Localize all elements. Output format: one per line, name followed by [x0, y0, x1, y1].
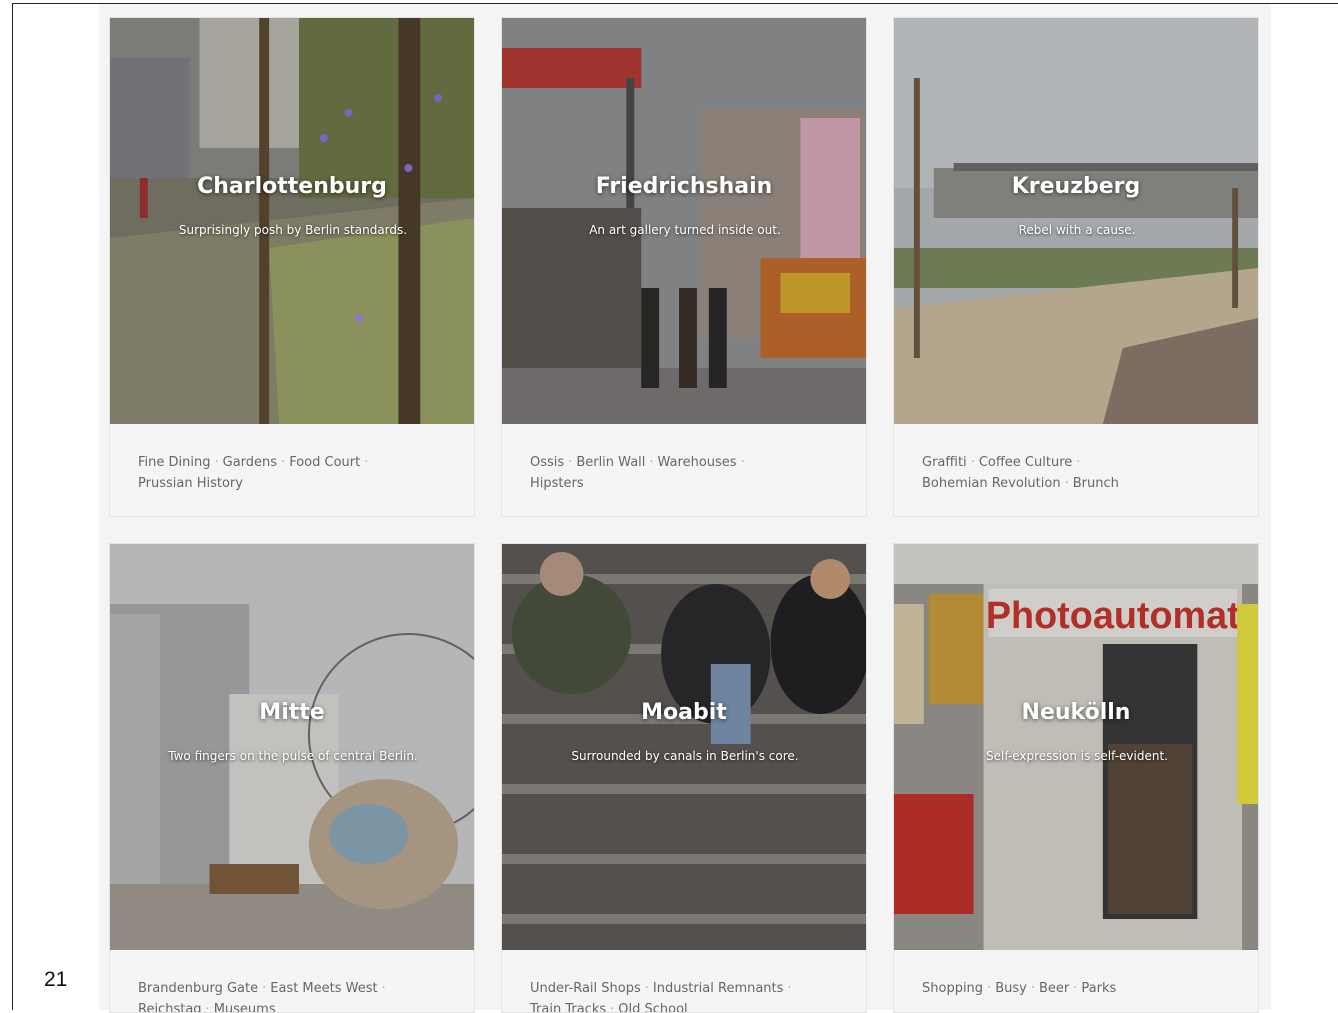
- tag: East Meets West: [270, 981, 378, 996]
- neighborhood-tagline: Rebel with a cause.: [1018, 223, 1136, 237]
- neighborhood-card-friedrichshain[interactable]: Friedrichshain An art gallery turned ins…: [501, 17, 867, 517]
- photo-overlay: [894, 18, 1258, 424]
- tag: Food Court: [289, 455, 361, 470]
- photo-overlay: [894, 544, 1258, 950]
- neighborhood-tags: Under-Rail Shops · Industrial Remnants · Tra…: [530, 978, 830, 1013]
- tag: Under-Rail Shops: [530, 981, 641, 996]
- photo-overlay: [110, 18, 474, 424]
- neighborhood-name: Kreuzberg: [1011, 174, 1141, 199]
- tag: Museums: [213, 1002, 276, 1013]
- tag: Bohemian Revolution: [922, 476, 1061, 491]
- tag: Parks: [1081, 981, 1117, 996]
- tag: Shopping: [922, 981, 984, 996]
- neighborhood-tags: Brandenburg Gate · East Meets West · Reichst…: [138, 978, 438, 1013]
- neighborhood-name: Mitte: [259, 700, 325, 725]
- photo-overlay: [502, 18, 866, 424]
- neighborhood-tags: Fine Dining · Gardens · Food Court · Prussian …: [138, 455, 369, 491]
- neighborhood-card-kreuzberg[interactable]: Kreuzberg Rebel with a cause. Graffiti · C…: [893, 17, 1259, 517]
- neighborhood-card-mitte[interactable]: Mitte Two fingers on the pulse of centra…: [109, 543, 475, 1013]
- neighborhood-tags: Graffiti · Coffee Culture · Bohemian Revolut…: [922, 455, 1119, 491]
- neighborhood-tagline: Surrounded by canals in Berlin's core.: [571, 749, 799, 763]
- tag: Warehouses: [657, 455, 737, 470]
- photo-overlay: [502, 544, 866, 950]
- tag: Coffee Culture: [978, 455, 1073, 470]
- neighborhood-name: Friedrichshain: [595, 174, 773, 199]
- neighborhood-tags: Ossis · Berlin Wall · Warehouses · Hipsters: [530, 455, 745, 491]
- neighborhood-name: Neukölln: [1021, 700, 1131, 725]
- tag: Prussian History: [138, 476, 243, 491]
- tag: Ossis: [530, 455, 565, 470]
- neighborhood-tagline: Two fingers on the pulse of central Berl…: [168, 749, 418, 763]
- page-number: 21: [44, 968, 68, 991]
- neighborhood-tagline: An art gallery turned inside out.: [589, 223, 781, 237]
- neighborhood-card-moabit[interactable]: Moabit Surrounded by canals in Berlin's …: [501, 543, 867, 1013]
- tag: Industrial Remnants: [652, 981, 784, 996]
- tag: Old School: [618, 1002, 688, 1013]
- neighborhood-tags: Shopping · Busy · Beer · Parks: [922, 981, 1117, 996]
- tag: Brunch: [1072, 476, 1119, 491]
- tag: Hipsters: [530, 476, 584, 491]
- neighborhood-card-charlottenburg[interactable]: Charlottenburg Surprisingly posh by Berl…: [109, 17, 475, 517]
- page-frame-left: [12, 3, 13, 1010]
- tag: Gardens: [222, 455, 278, 470]
- tag: Beer: [1038, 981, 1070, 996]
- neighborhood-name: Moabit: [641, 700, 727, 725]
- tag: Graffiti: [922, 455, 967, 470]
- photo-overlay: [110, 544, 474, 950]
- tag: Reichstag: [138, 1002, 202, 1013]
- neighborhood-tagline: Self-expression is self-evident.: [986, 749, 1168, 763]
- neighborhood-tagline: Surprisingly posh by Berlin standards.: [178, 223, 408, 237]
- neighborhood-name: Charlottenburg: [197, 174, 387, 199]
- tag: Berlin Wall: [576, 455, 646, 470]
- neighborhood-card-neukolln[interactable]: Photoautomat Neukölln Self-expression is…: [893, 543, 1259, 1013]
- tag: Train Tracks: [530, 1002, 607, 1013]
- tag: Fine Dining: [138, 455, 211, 470]
- tag: Busy: [995, 981, 1027, 996]
- tag: Brandenburg Gate: [138, 981, 259, 996]
